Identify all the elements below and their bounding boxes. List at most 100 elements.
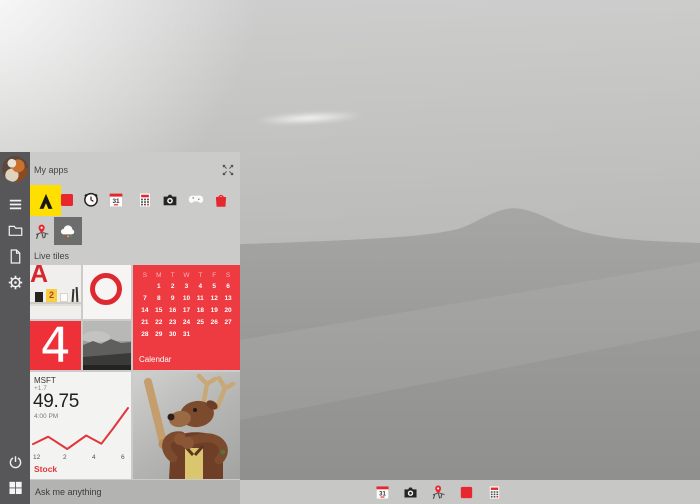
calendar-date-cell: 28 [138, 330, 152, 340]
calendar-date-cell: 26 [207, 318, 221, 328]
calendar-date-cell: 5 [207, 282, 221, 292]
calendar-date-cell: 30 [166, 330, 180, 340]
calendar-date-cell [193, 330, 207, 340]
calendar-date-cell: 13 [221, 294, 235, 304]
document-icon[interactable] [0, 244, 30, 268]
date-number: 4 [40, 323, 71, 369]
desktop: 31 Ask me anything My apps 31 Live tiles… [0, 0, 700, 504]
arrow-app-icon[interactable] [30, 185, 61, 216]
user-avatar[interactable] [2, 156, 28, 182]
shelf-utensil [72, 289, 75, 302]
calendar-day-header: M [152, 271, 166, 280]
red-ring [90, 273, 122, 305]
calendar-date-cell: 22 [152, 318, 166, 328]
camera-icon[interactable] [402, 484, 419, 501]
calendar-date-cell: 29 [152, 330, 166, 340]
calendar-date-cell: 6 [221, 282, 235, 292]
calculator-icon[interactable] [486, 484, 503, 501]
svg-text:31: 31 [112, 198, 120, 205]
calendar-day-header: S [138, 271, 152, 280]
stock-chart [32, 402, 129, 452]
xbox-controller-icon[interactable] [187, 190, 205, 208]
shelf-shadow [30, 304, 81, 306]
tile-deer-photo[interactable] [133, 372, 240, 479]
stock-x-tick: 4 [92, 454, 96, 461]
folder-icon[interactable] [0, 218, 30, 242]
live-tiles-label: Live tiles [34, 251, 69, 261]
sidebar [0, 152, 30, 504]
camera-icon[interactable] [161, 191, 179, 209]
taskbar-icons: 31 [374, 483, 503, 501]
calendar-date-cell: 10 [180, 294, 194, 304]
calendar-date-cell: 20 [221, 306, 235, 316]
stock-label: Stock [34, 464, 57, 474]
calendar-day-header: W [180, 271, 194, 280]
calendar-31-icon[interactable]: 31 [107, 191, 125, 209]
expand-arrows-icon[interactable] [221, 163, 235, 177]
calendar-day-header: T [193, 271, 207, 280]
tile-stock[interactable]: MSFT +1.7 49.75 4:00 PM 12246 Stock [30, 372, 131, 479]
calendar-date-cell: 19 [207, 306, 221, 316]
tile-date[interactable]: 4 [30, 321, 81, 370]
calendar-day-header: S [221, 271, 235, 280]
alarm-clock-icon[interactable] [82, 190, 100, 208]
shelf-number-card: 2 [46, 289, 57, 302]
gear-icon[interactable] [0, 270, 30, 294]
calendar-date-cell: 24 [180, 318, 194, 328]
calendar-date-cell: 21 [138, 318, 152, 328]
stock-x-tick: 6 [121, 454, 125, 461]
calendar-date-cell [207, 330, 221, 340]
tile-red-circle[interactable] [83, 265, 131, 319]
calendar-date-cell: 12 [207, 294, 221, 304]
shopping-bag-icon[interactable] [212, 191, 230, 209]
power-icon[interactable] [0, 450, 30, 474]
tile-mountain-photo[interactable] [83, 321, 131, 370]
calendar-date-cell: 2 [166, 282, 180, 292]
calendar-date-cell: 17 [180, 306, 194, 316]
start-menu: My apps 31 Live tiles A 2 SMTWTFS1234567… [30, 152, 240, 480]
calendar-date-cell: 11 [193, 294, 207, 304]
calendar-date-cell: 15 [152, 306, 166, 316]
maps-pin-icon[interactable] [430, 484, 447, 501]
calendar-date-cell: 16 [166, 306, 180, 316]
shelf-object [35, 292, 43, 302]
stock-x-tick: 2 [63, 454, 67, 461]
calculator-icon[interactable] [136, 191, 154, 209]
red-square-icon[interactable] [58, 191, 76, 209]
search-bar[interactable]: Ask me anything [30, 480, 240, 504]
deer-figurine [133, 372, 240, 479]
calendar-grid: SMTWTFS123456789101112131415161718192021… [138, 271, 235, 340]
calendar-date-cell: 1 [152, 282, 166, 292]
calendar-label: Calendar [139, 355, 171, 364]
calendar-date-cell: 14 [138, 306, 152, 316]
search-placeholder: Ask me anything [35, 487, 102, 497]
stock-x-tick: 12 [33, 454, 40, 461]
tile-calendar[interactable]: SMTWTFS123456789101112131415161718192021… [133, 265, 240, 370]
calendar-date-cell: 4 [193, 282, 207, 292]
tile-photo-shelf[interactable]: A 2 [30, 265, 81, 319]
svg-text:31: 31 [379, 491, 386, 497]
calendar-date-cell [138, 282, 152, 292]
calendar-date-cell [221, 330, 235, 340]
calendar-date-cell: 3 [180, 282, 194, 292]
calendar-date-cell: 23 [166, 318, 180, 328]
calendar-date-cell: 8 [152, 294, 166, 304]
windows-logo-icon[interactable] [0, 475, 30, 499]
red-square-icon[interactable] [458, 484, 475, 501]
my-apps-title: My apps [34, 165, 68, 175]
calendar-date-cell: 9 [166, 294, 180, 304]
shelf-utensil [76, 287, 79, 302]
calendar-date-cell: 7 [138, 294, 152, 304]
calendar-day-header: T [166, 271, 180, 280]
maps-pin-icon[interactable] [33, 223, 51, 241]
stock-symbol: MSFT [34, 376, 56, 385]
calendar-31-icon[interactable]: 31 [374, 484, 391, 501]
shelf-letter: A [30, 265, 48, 289]
mountain-photo [83, 321, 131, 370]
calendar-date-cell: 18 [193, 306, 207, 316]
calendar-day-header: F [207, 271, 221, 280]
calendar-date-cell: 27 [221, 318, 235, 328]
weather-cloud-icon[interactable] [54, 217, 82, 245]
hamburger-icon[interactable] [0, 192, 30, 216]
calendar-date-cell: 25 [193, 318, 207, 328]
